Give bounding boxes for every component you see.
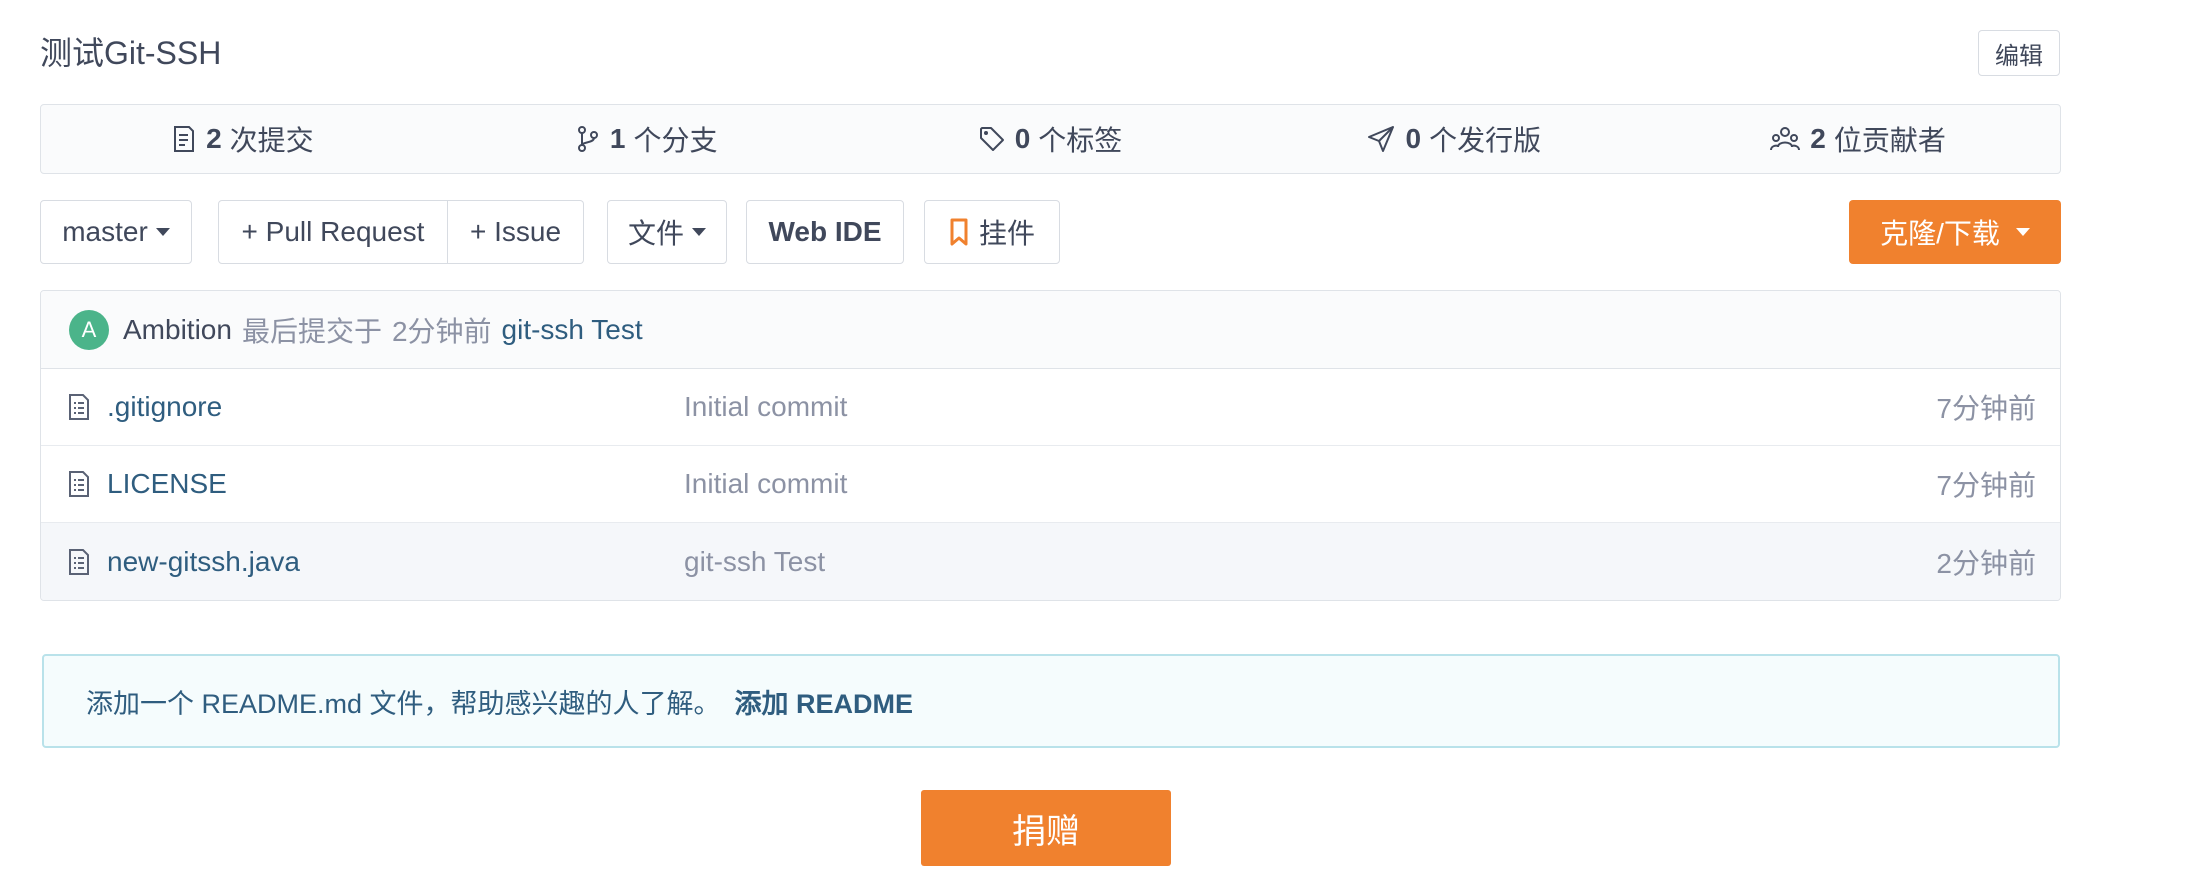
stat-branches-label: 个分支 bbox=[633, 125, 718, 156]
commit-author[interactable]: Ambition bbox=[123, 314, 232, 346]
stat-branches-count: 1 bbox=[609, 123, 626, 154]
contributors-icon bbox=[1770, 127, 1801, 151]
file-name-link[interactable]: .gitignore bbox=[107, 391, 222, 423]
stat-branches[interactable]: 1 个分支 bbox=[445, 119, 849, 159]
stat-commits-label: 次提交 bbox=[229, 125, 314, 156]
commit-prefix: 最后提交于 bbox=[241, 315, 382, 347]
bookmark-icon bbox=[950, 218, 968, 246]
widget-button[interactable]: 挂件 bbox=[924, 200, 1060, 264]
file-updated-time: 7分钟前 bbox=[1936, 393, 2036, 424]
file-row[interactable]: .gitignore Initial commit 7分钟前 bbox=[41, 369, 2060, 446]
readme-notice-text: 添加一个 README.md 文件，帮助感兴趣的人了解。 bbox=[86, 688, 721, 719]
repo-title: 测试Git-SSH bbox=[40, 35, 222, 71]
stat-contributors[interactable]: 2 位贡献者 bbox=[1656, 119, 2060, 159]
files-menu-button[interactable]: 文件 bbox=[607, 200, 727, 264]
stat-contributors-label: 位贡献者 bbox=[1833, 125, 1946, 156]
file-updated-time: 2分钟前 bbox=[1936, 547, 2036, 579]
files-menu-label: 文件 bbox=[627, 218, 684, 249]
file-commit-message[interactable]: git-ssh Test bbox=[684, 546, 825, 578]
branch-select-label: master bbox=[62, 216, 148, 247]
branch-icon bbox=[577, 126, 598, 152]
file-row[interactable]: LICENSE Initial commit 7分钟前 bbox=[41, 446, 2060, 523]
web-ide-button[interactable]: Web IDE bbox=[746, 200, 904, 264]
readme-notice: 添加一个 README.md 文件，帮助感兴趣的人了解。 添加 README bbox=[42, 654, 2060, 748]
clone-download-label: 克隆/下载 bbox=[1880, 218, 2000, 249]
stat-commits-count: 2 bbox=[206, 123, 222, 154]
commit-time: 2分钟前 bbox=[391, 315, 492, 347]
stat-contributors-count: 2 bbox=[1810, 123, 1826, 154]
file-name-link[interactable]: new-gitssh.java bbox=[107, 546, 300, 578]
repo-page: 测试Git-SSH 编辑 2 次提交 1 个分支 0 个标签 0 个发行版 2 … bbox=[0, 0, 2198, 882]
clone-download-button[interactable]: 克隆/下载 bbox=[1849, 200, 2061, 264]
file-commit-message[interactable]: Initial commit bbox=[684, 391, 847, 423]
file-row[interactable]: new-gitssh.java git-ssh Test 2分钟前 bbox=[41, 523, 2060, 600]
file-list: A Ambition 最后提交于 2分钟前 git-ssh Test .giti… bbox=[40, 290, 2061, 601]
stat-releases[interactable]: 0 个发行版 bbox=[1252, 119, 1656, 159]
file-name-link[interactable]: LICENSE bbox=[107, 468, 227, 500]
avatar[interactable]: A bbox=[69, 309, 109, 350]
edit-button[interactable]: 编辑 bbox=[1978, 30, 2060, 76]
stat-tags-label: 个标签 bbox=[1038, 125, 1123, 156]
new-pull-request-button[interactable]: + Pull Request bbox=[218, 200, 448, 264]
stat-tags[interactable]: 0 个标签 bbox=[849, 119, 1253, 159]
stat-commits[interactable]: 2 次提交 bbox=[41, 119, 445, 159]
branch-select[interactable]: master bbox=[40, 200, 192, 264]
tag-icon bbox=[979, 127, 1004, 151]
file-commit-message[interactable]: Initial commit bbox=[684, 468, 847, 500]
repo-stats-bar: 2 次提交 1 个分支 0 个标签 0 个发行版 2 位贡献者 bbox=[40, 104, 2061, 174]
donate-button[interactable]: 捐赠 bbox=[921, 790, 1171, 866]
commit-message-link[interactable]: git-ssh Test bbox=[502, 314, 643, 346]
new-issue-button[interactable]: + Issue bbox=[448, 200, 584, 264]
commit-icon bbox=[174, 126, 195, 152]
file-icon bbox=[69, 471, 89, 497]
last-commit-bar: A Ambition 最后提交于 2分钟前 git-ssh Test bbox=[41, 291, 2060, 369]
stat-releases-count: 0 bbox=[1405, 123, 1422, 154]
file-updated-time: 7分钟前 bbox=[1936, 470, 2036, 501]
file-icon bbox=[69, 394, 89, 420]
add-readme-link[interactable]: 添加 README bbox=[735, 682, 914, 721]
stat-tags-count: 0 bbox=[1014, 123, 1031, 154]
widget-button-label: 挂件 bbox=[978, 218, 1035, 249]
chevron-down-icon bbox=[692, 228, 706, 236]
release-icon bbox=[1368, 126, 1395, 152]
pr-issue-group: + Pull Request + Issue bbox=[218, 200, 584, 264]
chevron-down-icon bbox=[2015, 228, 2030, 236]
chevron-down-icon bbox=[155, 228, 170, 236]
stat-releases-label: 个发行版 bbox=[1429, 125, 1542, 156]
file-icon bbox=[69, 548, 89, 575]
